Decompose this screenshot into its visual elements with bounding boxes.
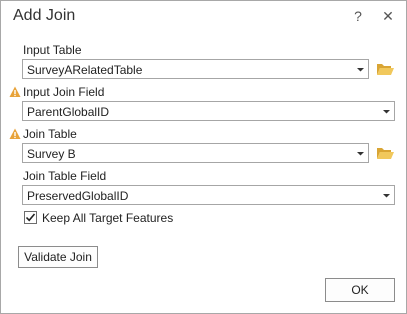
join-table-value: Survey B (27, 147, 76, 161)
chevron-down-icon (357, 68, 364, 72)
join-table-field-label: Join Table Field (23, 169, 107, 183)
close-button[interactable]: ✕ (380, 7, 396, 25)
keep-all-label: Keep All Target Features (42, 211, 174, 225)
checkmark-icon (25, 213, 36, 222)
chevron-down-icon (383, 194, 390, 198)
folder-open-icon[interactable] (375, 60, 395, 78)
join-table-label: Join Table (23, 127, 77, 141)
keep-all-checkbox[interactable] (24, 211, 37, 224)
validate-join-button[interactable]: Validate Join (18, 246, 98, 268)
folder-open-icon[interactable] (375, 144, 395, 162)
add-join-dialog: Add Join ? ✕ Input Table SurveyARelatedT… (0, 0, 407, 314)
chevron-down-icon (383, 110, 390, 114)
title-bar: Add Join ? ✕ (1, 1, 406, 33)
input-table-dropdown[interactable]: SurveyARelatedTable (22, 59, 369, 79)
join-table-field-dropdown[interactable]: PreservedGlobalID (22, 185, 395, 205)
help-button[interactable]: ? (351, 7, 365, 25)
input-join-field-value: ParentGlobalID (27, 105, 110, 119)
input-table-label: Input Table (23, 43, 82, 57)
join-table-field-value: PreservedGlobalID (27, 189, 129, 203)
warning-icon (9, 128, 21, 139)
ok-button[interactable]: OK (325, 278, 395, 302)
chevron-down-icon (357, 152, 364, 156)
join-table-dropdown[interactable]: Survey B (22, 143, 369, 163)
dialog-title: Add Join (13, 7, 76, 24)
input-table-value: SurveyARelatedTable (27, 63, 143, 77)
input-join-field-dropdown[interactable]: ParentGlobalID (22, 101, 395, 121)
warning-icon (9, 86, 21, 97)
input-join-field-label: Input Join Field (23, 85, 105, 99)
